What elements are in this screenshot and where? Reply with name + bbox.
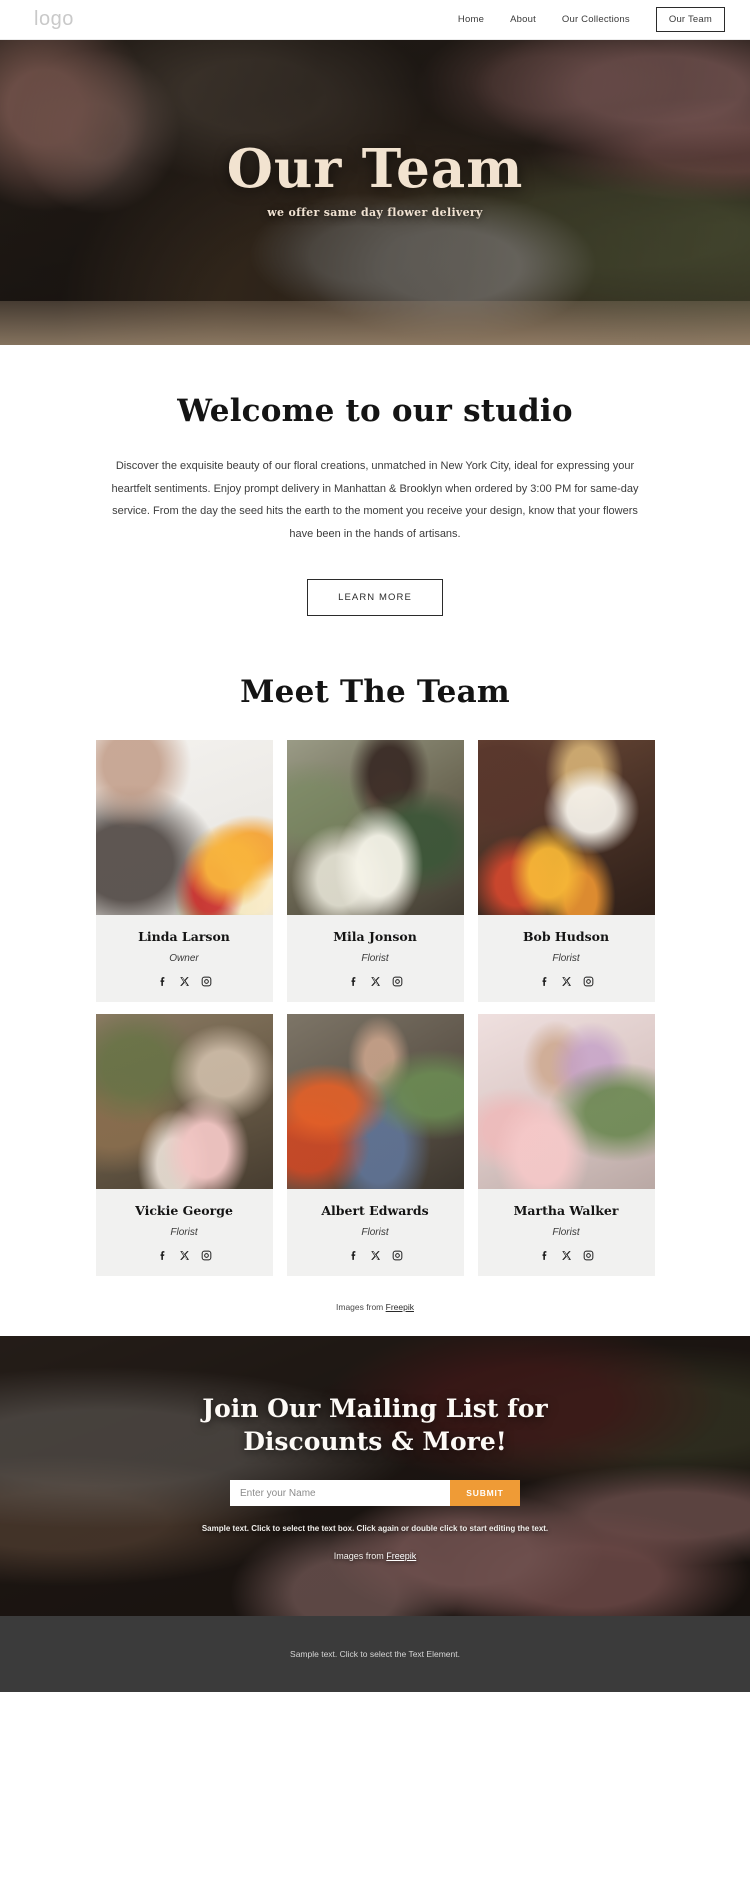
member-role: Owner bbox=[169, 953, 199, 965]
x-twitter-icon[interactable] bbox=[369, 975, 382, 988]
instagram-icon[interactable] bbox=[582, 1249, 595, 1262]
hero-section: Our Team we offer same day flower delive… bbox=[0, 40, 750, 345]
welcome-section: Welcome to our studio Discover the exqui… bbox=[0, 345, 750, 617]
hero-subtitle: we offer same day flower delivery bbox=[267, 205, 483, 219]
site-logo[interactable]: logo bbox=[34, 8, 74, 31]
nav-item-home[interactable]: Home bbox=[458, 14, 484, 25]
x-twitter-icon[interactable] bbox=[178, 1249, 191, 1262]
instagram-icon[interactable] bbox=[391, 975, 404, 988]
member-social-links bbox=[96, 1249, 273, 1262]
facebook-icon[interactable] bbox=[156, 1249, 169, 1262]
site-footer: Sample text. Click to select the Text El… bbox=[0, 1616, 750, 1693]
member-social-links bbox=[287, 975, 464, 988]
team-member-card[interactable]: Albert Edwards Florist bbox=[286, 1014, 464, 1277]
mailing-sample-note[interactable]: Sample text. Click to select the text bo… bbox=[0, 1524, 750, 1533]
facebook-icon[interactable] bbox=[156, 975, 169, 988]
mailing-image-credits: Images from Freepik bbox=[0, 1551, 750, 1561]
learn-more-button[interactable]: LEARN MORE bbox=[307, 579, 443, 617]
main-navigation: Home About Our Collections Our Team bbox=[458, 7, 725, 32]
welcome-paragraph: Discover the exquisite beauty of our flo… bbox=[111, 460, 639, 540]
mailing-list-section: Join Our Mailing List for Discounts & Mo… bbox=[0, 1336, 750, 1617]
team-member-card[interactable]: Linda Larson Owner bbox=[95, 740, 273, 1003]
member-social-links bbox=[96, 975, 273, 988]
team-grid: Linda Larson Owner Mila Jonson Florist B… bbox=[0, 740, 750, 1277]
mailing-credits-link[interactable]: Freepik bbox=[386, 1551, 416, 1561]
member-photo bbox=[95, 740, 273, 916]
team-member-card[interactable]: Vickie George Florist bbox=[95, 1014, 273, 1277]
member-role: Florist bbox=[361, 953, 389, 965]
instagram-icon[interactable] bbox=[200, 975, 213, 988]
submit-button[interactable]: SUBMIT bbox=[450, 1480, 520, 1507]
team-member-card[interactable]: Bob Hudson Florist bbox=[477, 740, 655, 1003]
member-role: Florist bbox=[170, 1227, 198, 1239]
name-input[interactable] bbox=[230, 1480, 450, 1507]
team-title: Meet The Team bbox=[240, 674, 510, 711]
team-credits-prefix: Images from bbox=[336, 1302, 386, 1313]
member-photo bbox=[95, 1014, 273, 1190]
facebook-icon[interactable] bbox=[538, 975, 551, 988]
member-role: Florist bbox=[361, 1227, 389, 1239]
instagram-icon[interactable] bbox=[582, 975, 595, 988]
mailing-signup-form: SUBMIT bbox=[230, 1480, 520, 1507]
member-name: Albert Edwards bbox=[321, 1203, 429, 1219]
site-header: logo Home About Our Collections Our Team bbox=[0, 0, 750, 40]
mailing-content: Join Our Mailing List for Discounts & Mo… bbox=[0, 1336, 750, 1561]
welcome-title: Welcome to our studio bbox=[177, 393, 573, 429]
member-name: Martha Walker bbox=[513, 1203, 619, 1219]
footer-text[interactable]: Sample text. Click to select the Text El… bbox=[290, 1649, 460, 1659]
hero-bottom-gradient bbox=[0, 301, 750, 345]
member-social-links bbox=[287, 1249, 464, 1262]
member-role: Florist bbox=[552, 953, 580, 965]
facebook-icon[interactable] bbox=[347, 975, 360, 988]
member-name: Mila Jonson bbox=[333, 929, 417, 945]
hero-content: Our Team we offer same day flower delive… bbox=[0, 40, 750, 219]
team-credits-link[interactable]: Freepik bbox=[386, 1302, 414, 1312]
nav-item-about[interactable]: About bbox=[510, 14, 536, 25]
facebook-icon[interactable] bbox=[538, 1249, 551, 1262]
mailing-title-line2: Discounts & More! bbox=[243, 1427, 507, 1457]
member-photo bbox=[286, 1014, 464, 1190]
nav-item-our-team[interactable]: Our Team bbox=[655, 7, 725, 32]
hero-title: Our Team bbox=[226, 138, 524, 200]
member-name: Linda Larson bbox=[138, 929, 230, 945]
x-twitter-icon[interactable] bbox=[560, 975, 573, 988]
x-twitter-icon[interactable] bbox=[178, 975, 191, 988]
instagram-icon[interactable] bbox=[391, 1249, 404, 1262]
member-photo bbox=[477, 740, 655, 916]
team-member-card[interactable]: Martha Walker Florist bbox=[477, 1014, 655, 1277]
member-photo bbox=[286, 740, 464, 916]
member-photo bbox=[477, 1014, 655, 1190]
x-twitter-icon[interactable] bbox=[560, 1249, 573, 1262]
facebook-icon[interactable] bbox=[347, 1249, 360, 1262]
member-name: Bob Hudson bbox=[522, 929, 610, 945]
nav-item-our-collections[interactable]: Our Collections bbox=[562, 14, 630, 25]
instagram-icon[interactable] bbox=[200, 1249, 213, 1262]
team-image-credits: Images from Freepik bbox=[0, 1302, 750, 1336]
member-social-links bbox=[478, 1249, 655, 1262]
mailing-credits-prefix: Images from bbox=[333, 1551, 387, 1562]
team-section: Meet The Team Linda Larson Owner Mila Jo… bbox=[0, 616, 750, 1337]
x-twitter-icon[interactable] bbox=[369, 1249, 382, 1262]
team-member-card[interactable]: Mila Jonson Florist bbox=[286, 740, 464, 1003]
member-social-links bbox=[478, 975, 655, 988]
mailing-title: Join Our Mailing List for Discounts & Mo… bbox=[0, 1392, 750, 1458]
member-role: Florist bbox=[552, 1227, 580, 1239]
mailing-title-line1: Join Our Mailing List for bbox=[202, 1394, 548, 1424]
member-name: Vickie George bbox=[135, 1203, 233, 1219]
